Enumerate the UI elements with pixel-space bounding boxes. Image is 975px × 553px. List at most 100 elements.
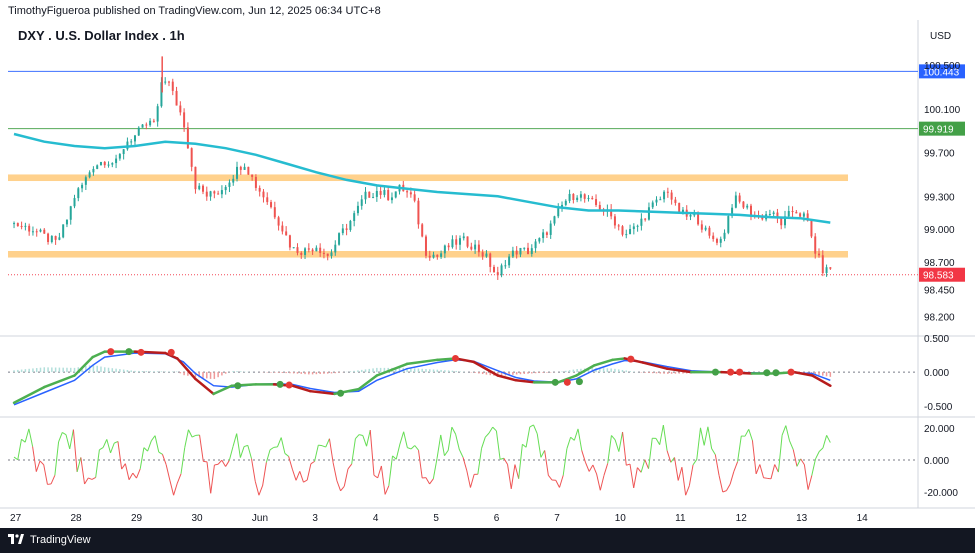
candle-body [167, 81, 170, 83]
price-tick-label: 100.100 [924, 105, 961, 116]
candle-body [443, 245, 446, 254]
candle-body [296, 247, 299, 253]
support-resistance-zone [8, 250, 848, 258]
candle-body [130, 141, 133, 143]
candle-body [557, 208, 560, 217]
time-tick-label: 28 [71, 513, 83, 524]
chart-frame[interactable]: 100.443 99.919 98.583 100.500 100.100 99.700 9… [0, 20, 975, 528]
chart-title: DXY . U.S. Dollar Index . 1h [18, 28, 185, 43]
candle-body [791, 211, 794, 213]
candle-body [455, 239, 458, 245]
candle-body [270, 202, 273, 208]
candle-body [292, 247, 295, 249]
candle-body [96, 165, 99, 169]
wavetrend-tick-label: 0.000 [924, 368, 949, 379]
candle-body [77, 188, 80, 199]
candle-body [825, 267, 828, 274]
support-resistance-zone [8, 174, 848, 182]
candle-body [322, 252, 325, 254]
cross-signal-dot [167, 348, 175, 356]
price-tick-label: 99.700 [924, 149, 955, 160]
chart-canvas[interactable]: 100.44399.91998.583100.500100.10099.7009… [0, 20, 975, 528]
candle-body [715, 238, 718, 243]
candle-body [591, 197, 594, 200]
candle-body [417, 200, 420, 225]
price-level-label: 98.583 [923, 271, 954, 282]
candle-body [107, 164, 110, 166]
candle-body [65, 219, 68, 225]
candle-body [345, 228, 348, 230]
chart-background [0, 20, 975, 528]
candle-body [288, 235, 291, 248]
candle-body [579, 194, 582, 198]
cross-signal-dot [551, 378, 559, 386]
candle-body [787, 211, 790, 217]
currency-label: USD [930, 31, 951, 42]
time-tick-label: 7 [554, 513, 560, 524]
price-tick-label: 99.000 [924, 225, 955, 236]
candle-body [251, 174, 254, 177]
cross-signal-dot [137, 348, 145, 356]
candle-body [481, 252, 484, 257]
candle-body [617, 225, 620, 227]
candle-body [651, 202, 654, 208]
candle-body [477, 244, 480, 253]
candle-body [356, 205, 359, 214]
candle-body [311, 249, 314, 252]
candle-body [62, 224, 65, 238]
candle-body [428, 255, 431, 258]
candle-body [254, 176, 257, 188]
candle-body [727, 216, 730, 233]
candle-body [171, 81, 174, 91]
oscillator-segment [273, 446, 278, 448]
candle-body [111, 163, 114, 165]
candle-body [50, 236, 53, 242]
oscillator-tick-label: -20.000 [924, 488, 958, 499]
candle-body [749, 205, 752, 216]
candle-body [73, 198, 76, 207]
cross-signal-dot [337, 389, 345, 397]
candle-body [723, 232, 726, 239]
cross-signal-dot [627, 355, 635, 363]
candle-body [103, 161, 106, 166]
candle-body [542, 232, 545, 239]
cross-signal-dot [736, 368, 744, 376]
candle-body [58, 237, 61, 240]
time-tick-label: 6 [494, 513, 500, 524]
candle-body [133, 135, 136, 142]
wavetrend-tick-label: 0.500 [924, 334, 949, 345]
brand[interactable]: TradingView [8, 534, 91, 546]
candle-body [504, 265, 507, 267]
candle-body [220, 190, 223, 195]
candle-body [534, 241, 537, 249]
candle-body [13, 223, 16, 225]
candle-body [647, 207, 650, 220]
candle-body [186, 127, 189, 149]
candle-body [266, 197, 269, 203]
candle-body [466, 236, 469, 247]
candle-body [768, 213, 771, 215]
candle-body [198, 185, 201, 190]
candle-body [458, 238, 461, 245]
candle-body [515, 250, 518, 255]
cross-signal-dot [125, 348, 133, 356]
candle-body [273, 207, 276, 218]
time-tick-label: 10 [615, 513, 627, 524]
candle-body [43, 229, 46, 234]
oscillator-tick-label: 20.000 [924, 424, 955, 435]
candle-body [564, 200, 567, 205]
price-tick-label: 98.450 [924, 285, 955, 296]
publish-header: TimothyFigueroa published on TradingView… [0, 0, 975, 20]
candle-body [179, 105, 182, 113]
time-tick-label: 12 [736, 513, 748, 524]
candle-body [799, 213, 802, 217]
cross-signal-dot [711, 368, 719, 376]
candle-body [368, 191, 371, 198]
candle-body [81, 184, 84, 189]
candle-body [746, 205, 749, 208]
candle-body [613, 216, 616, 226]
candle-body [156, 106, 159, 122]
candle-body [262, 191, 265, 198]
candle-body [421, 224, 424, 237]
candle-body [795, 211, 798, 214]
